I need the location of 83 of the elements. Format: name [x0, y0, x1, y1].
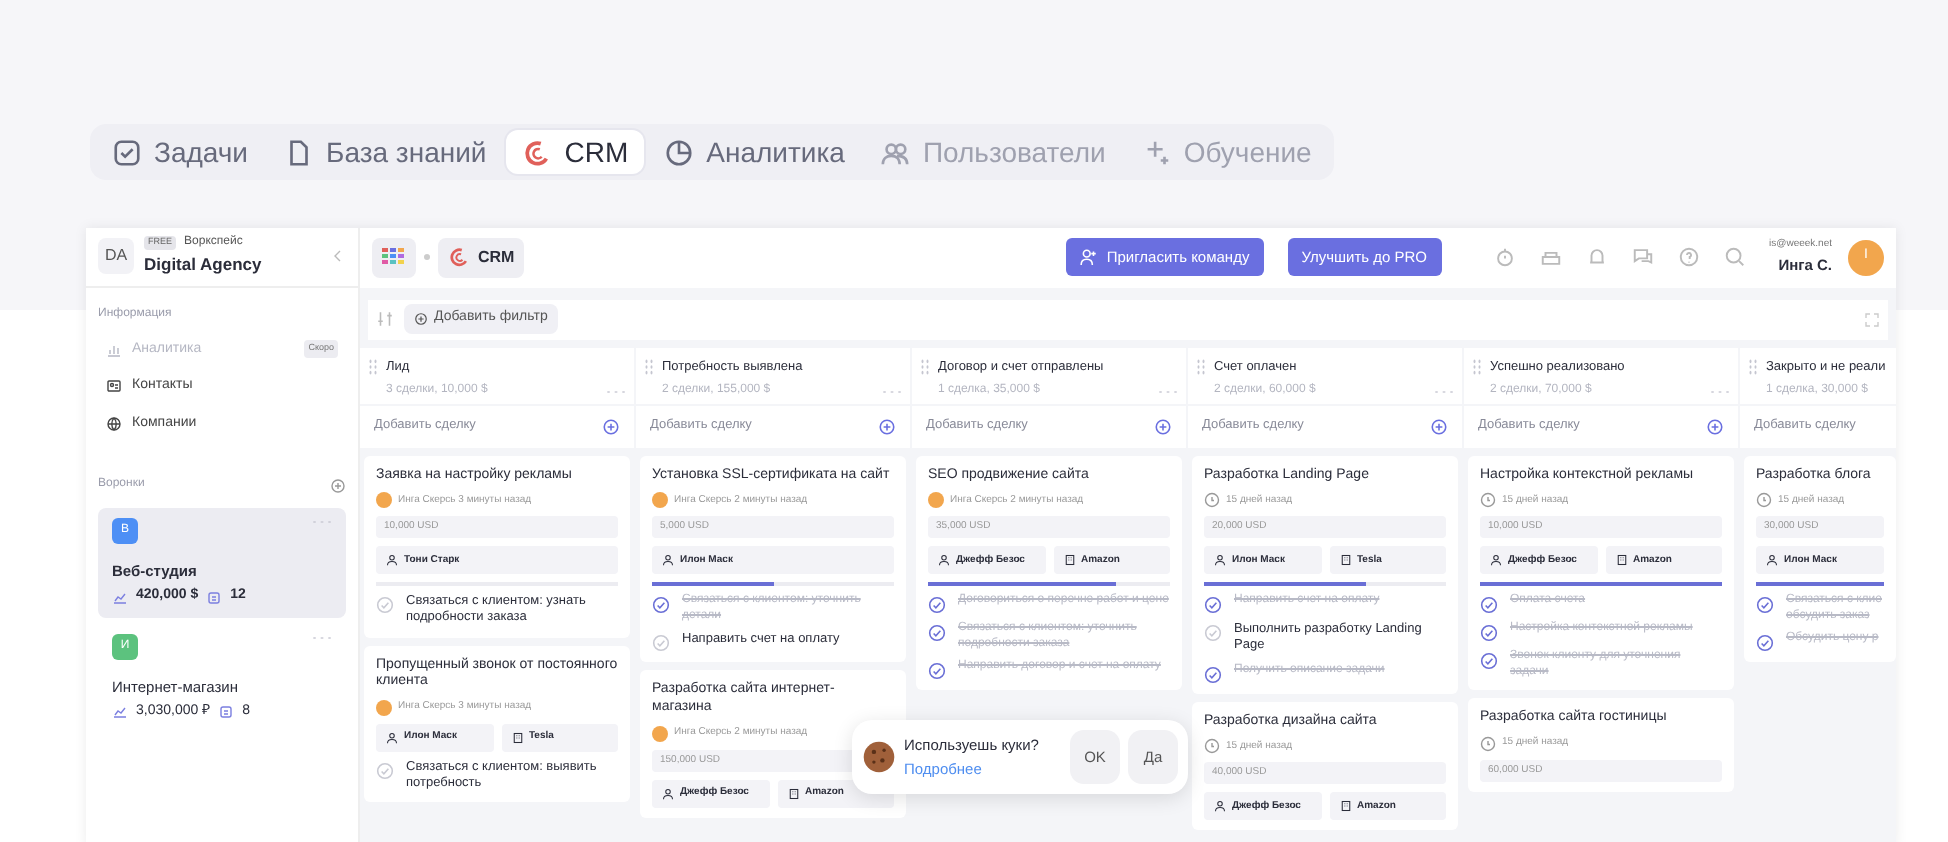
apps-button[interactable]	[372, 237, 416, 277]
check-circle-icon[interactable]	[1480, 652, 1498, 671]
clock-icon	[1756, 492, 1772, 509]
person-icon	[662, 787, 674, 800]
building-icon	[1339, 554, 1351, 567]
check-circle-icon[interactable]	[652, 634, 670, 653]
nav-tab[interactable]: Задачи	[96, 130, 265, 174]
drag-handle-icon	[1196, 357, 1206, 375]
help-icon	[1677, 246, 1700, 268]
building-icon	[1063, 554, 1075, 567]
check-circle-icon[interactable]	[928, 662, 946, 681]
check-circle-icon[interactable]	[1480, 596, 1498, 615]
check-circle-icon[interactable]	[1756, 596, 1774, 615]
person-icon	[1766, 554, 1778, 567]
check-circle-icon[interactable]	[1480, 624, 1498, 643]
check-circle-icon[interactable]	[1204, 624, 1222, 643]
person-icon	[1214, 800, 1226, 813]
nav-tab[interactable]: Аналитика	[648, 130, 861, 174]
person-icon	[938, 554, 950, 567]
workspace-initials: DA	[98, 238, 134, 274]
crescent-icon	[522, 137, 553, 167]
drag-handle-icon	[1748, 357, 1758, 375]
check-circle-icon[interactable]	[928, 596, 946, 615]
expand-icon	[1864, 311, 1880, 327]
nav-tab[interactable]: База знаний	[268, 130, 503, 174]
check-circle-icon[interactable]	[1204, 596, 1222, 615]
checkbox-icon	[112, 137, 142, 167]
person-icon	[662, 554, 674, 567]
module-tab[interactable]: CRM	[438, 237, 525, 277]
stack-icon	[206, 589, 223, 605]
check-circle-icon[interactable]	[652, 596, 670, 615]
author-avatar	[376, 492, 392, 509]
globe-icon	[106, 415, 122, 432]
plus-icon	[1430, 417, 1448, 435]
cookie-icon	[862, 740, 896, 774]
person-icon	[1214, 554, 1226, 567]
drag-handle-icon	[644, 357, 654, 375]
pie-chart-icon	[664, 137, 695, 167]
add-user-icon	[1080, 248, 1099, 266]
building-icon	[511, 732, 523, 744]
author-avatar	[928, 492, 944, 509]
check-circle-icon[interactable]	[1204, 665, 1222, 683]
stack-icon	[218, 704, 235, 721]
plus-icon	[1154, 417, 1172, 435]
chevron-left-icon	[330, 248, 346, 264]
check-circle-icon[interactable]	[376, 762, 394, 780]
plus-icon	[330, 477, 346, 493]
plus-icon	[414, 312, 428, 326]
contact-card-icon	[106, 378, 122, 395]
search-icon	[1723, 246, 1746, 268]
workspace-name: Digital Agency	[144, 252, 264, 278]
bell-icon	[1585, 246, 1608, 268]
apps-icon	[382, 248, 406, 266]
plus-icon	[878, 417, 896, 435]
check-circle-icon[interactable]	[928, 624, 946, 643]
timer-icon	[1493, 246, 1516, 268]
check-circle-icon[interactable]	[376, 596, 394, 615]
building-icon	[787, 787, 799, 800]
person-icon	[386, 732, 398, 744]
users-icon	[880, 137, 911, 167]
author-avatar	[652, 725, 668, 742]
author-avatar	[652, 492, 668, 509]
box-icon	[1539, 246, 1562, 268]
drag-handle-icon	[368, 357, 378, 375]
author-avatar	[376, 700, 392, 716]
person-icon	[386, 554, 398, 567]
drag-handle-icon	[920, 357, 930, 375]
person-icon	[1490, 554, 1502, 567]
clock-icon	[1480, 736, 1496, 752]
clock-icon	[1204, 738, 1220, 755]
clock-icon	[1204, 492, 1220, 509]
nav-tab[interactable]: CRM	[506, 130, 645, 174]
building-icon	[1615, 554, 1627, 567]
crescent-icon	[448, 246, 470, 268]
plus-icon	[1706, 417, 1724, 435]
building-icon	[1339, 800, 1351, 813]
bar-chart-icon	[106, 341, 122, 358]
check-circle-icon[interactable]	[1756, 634, 1774, 653]
chat-icon	[1631, 246, 1654, 268]
drag-handle-icon	[1472, 357, 1482, 375]
plus-icon	[602, 417, 620, 435]
clock-icon	[1480, 492, 1496, 509]
sliders-icon	[376, 310, 394, 328]
